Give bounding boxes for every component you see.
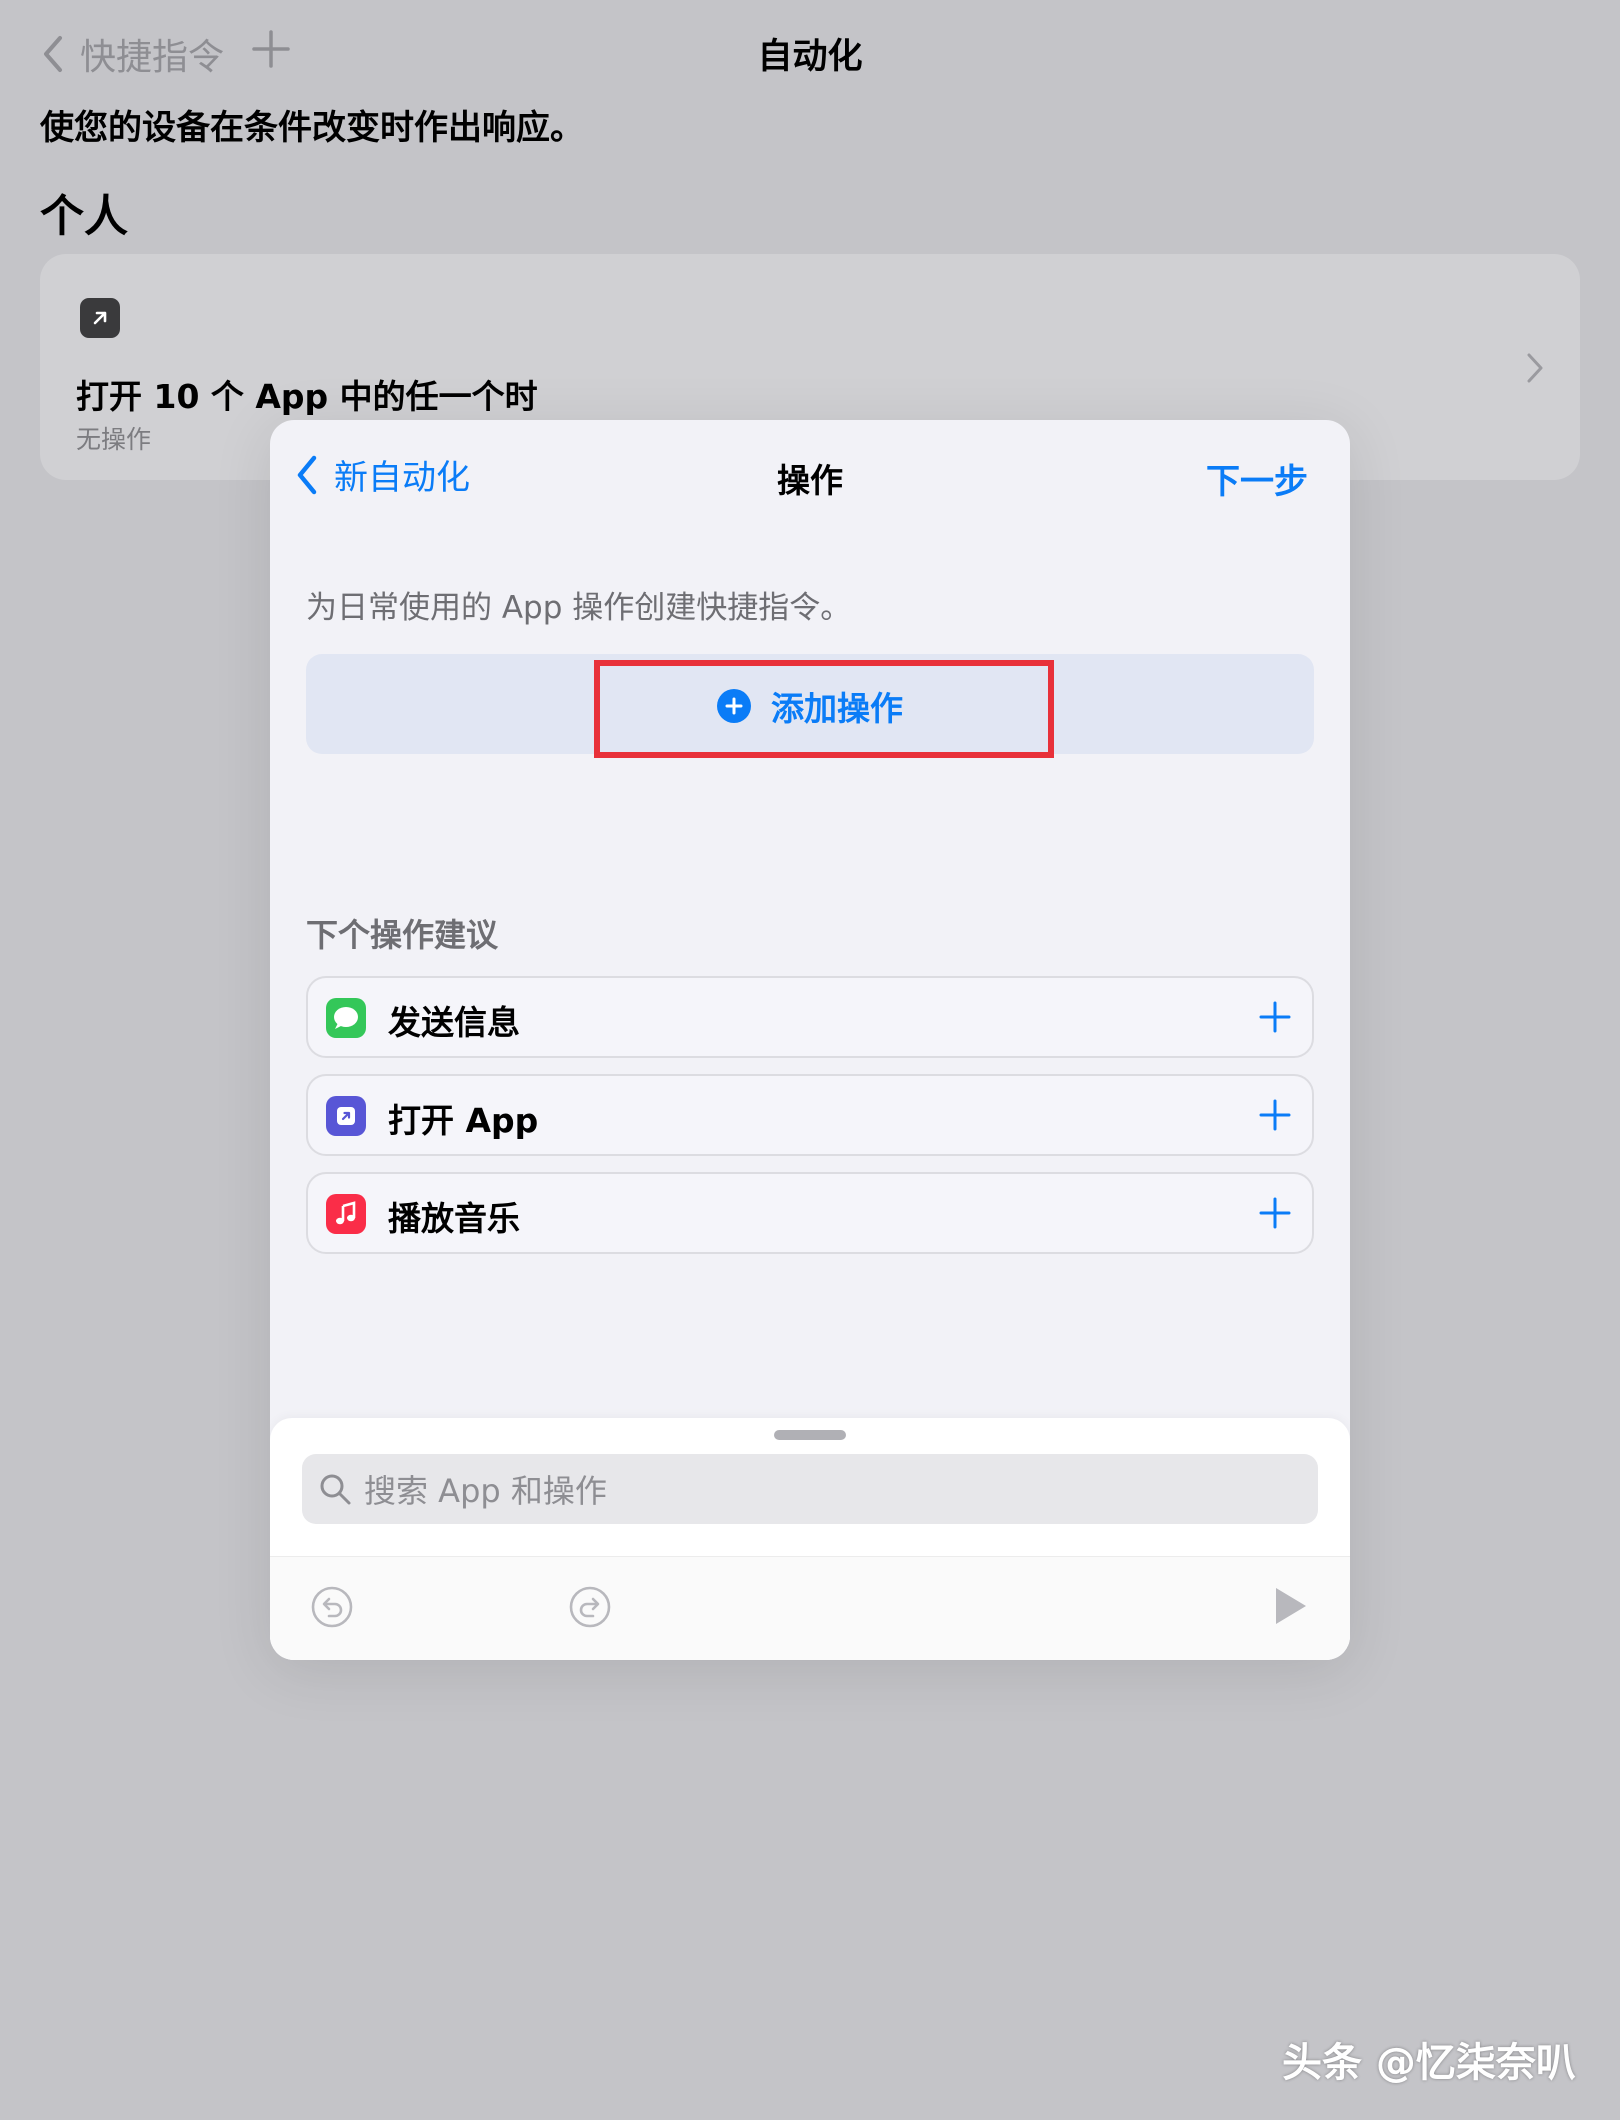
- chevron-right-icon: [1527, 353, 1543, 383]
- undo-icon[interactable]: [310, 1585, 354, 1629]
- watermark: 头条 @忆柒奈叭: [1282, 2040, 1576, 2086]
- open-app-icon: [326, 1096, 366, 1136]
- add-action-button[interactable]: 添加操作: [270, 682, 1350, 730]
- automation-card-title: 打开 10 个 App 中的任一个时: [76, 377, 538, 416]
- action-modal: 新自动化 操作 下一步 为日常使用的 App 操作创建快捷指令。 添加操作 下个…: [270, 420, 1350, 1660]
- plus-icon[interactable]: [1258, 1098, 1292, 1132]
- page-title: 自动化: [757, 37, 863, 77]
- modal-description: 为日常使用的 App 操作创建快捷指令。: [306, 590, 852, 626]
- suggestions-title: 下个操作建议: [306, 916, 499, 954]
- plus-circle-icon: [717, 689, 751, 723]
- sheet-grabber[interactable]: [774, 1430, 846, 1440]
- list-item-label: 播放音乐: [388, 1199, 520, 1238]
- action-search-sheet: 搜索 App 和操作: [270, 1418, 1350, 1660]
- section-title-personal: 个人: [40, 191, 128, 242]
- next-button[interactable]: 下一步: [1206, 454, 1308, 503]
- editor-toolbar: [270, 1556, 1350, 1660]
- open-app-icon: [80, 298, 120, 338]
- search-icon: [320, 1474, 351, 1505]
- search-input[interactable]: 搜索 App 和操作: [302, 1454, 1318, 1524]
- add-action-label: 添加操作: [771, 689, 903, 728]
- plus-icon[interactable]: [1258, 1000, 1292, 1034]
- search-placeholder: 搜索 App 和操作: [364, 1472, 607, 1510]
- list-item-label: 发送信息: [388, 1003, 520, 1042]
- automation-card-subtitle: 无操作: [76, 425, 152, 454]
- suggestion-play-music[interactable]: 播放音乐: [306, 1172, 1314, 1254]
- messages-icon: [326, 998, 366, 1038]
- suggestion-send-message[interactable]: 发送信息: [306, 976, 1314, 1058]
- redo-icon[interactable]: [568, 1585, 612, 1629]
- modal-title: 操作: [777, 461, 843, 500]
- music-icon: [326, 1194, 366, 1234]
- suggestion-open-app[interactable]: 打开 App: [306, 1074, 1314, 1156]
- list-item-label: 打开 App: [388, 1101, 539, 1140]
- plus-icon[interactable]: [1258, 1196, 1292, 1230]
- page-subtitle: 使您的设备在条件改变时作出响应。: [40, 108, 584, 148]
- play-icon[interactable]: [1272, 1585, 1310, 1627]
